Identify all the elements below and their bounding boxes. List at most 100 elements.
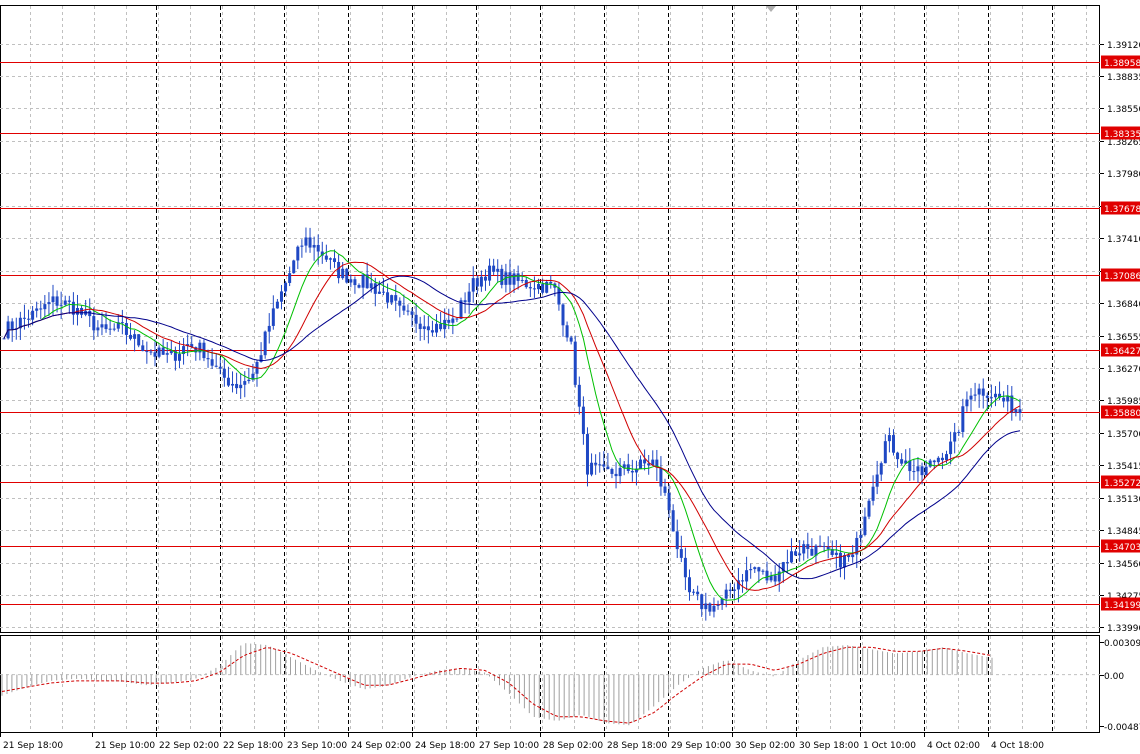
candle-body xyxy=(643,459,647,464)
candle-body xyxy=(165,353,169,355)
candle-body xyxy=(471,278,475,292)
candle-body xyxy=(973,394,977,396)
candle-body xyxy=(585,434,589,475)
candle-body xyxy=(55,296,59,306)
price-tick-label: 1.34845 xyxy=(1107,527,1140,537)
candle-body xyxy=(124,323,128,335)
candle-body xyxy=(214,365,218,367)
candle-body xyxy=(818,545,822,547)
candle-body xyxy=(789,551,793,563)
candle-body xyxy=(386,292,390,303)
candle-body xyxy=(35,308,39,311)
candle-body xyxy=(516,273,520,281)
candle-body xyxy=(887,435,891,442)
candle-body xyxy=(369,283,373,289)
candle-body xyxy=(129,334,133,339)
candle-body xyxy=(447,319,451,323)
price-tick-label: 1.36270 xyxy=(1107,365,1140,375)
candle-body xyxy=(222,368,226,378)
candle-body xyxy=(883,441,887,464)
candle-body xyxy=(749,569,753,571)
candle-body xyxy=(732,589,736,591)
candle-body xyxy=(337,261,341,279)
time-tick-label: 22 Sep 02:00 xyxy=(159,741,219,751)
candle-body xyxy=(724,589,728,599)
candle-body xyxy=(475,278,479,287)
price-tick-label: 1.37410 xyxy=(1107,235,1140,245)
candle-body xyxy=(961,406,965,432)
time-tick-label: 4 Oct 02:00 xyxy=(927,741,980,751)
candle-body xyxy=(96,327,100,331)
candle-body xyxy=(231,383,235,386)
time-tick-label: 21 Sep 18:00 xyxy=(3,741,63,751)
candle-body xyxy=(488,265,492,281)
candle-body xyxy=(561,304,565,326)
candle-body xyxy=(100,324,104,328)
candle-body xyxy=(712,605,716,612)
time-tick-label: 22 Sep 18:00 xyxy=(223,741,283,751)
time-tick-label: 28 Sep 18:00 xyxy=(607,741,667,751)
candle-body xyxy=(467,291,471,303)
candle-body xyxy=(949,441,953,455)
candle-body xyxy=(10,321,14,330)
candle-body xyxy=(757,567,761,572)
candle-body xyxy=(520,279,524,281)
time-tick-label: 29 Sep 10:00 xyxy=(671,741,731,751)
candle-body xyxy=(357,285,361,288)
level-price-label: 1.38335 xyxy=(1104,130,1140,140)
candle-body xyxy=(810,548,814,556)
candle-body xyxy=(284,282,288,292)
candle-body xyxy=(67,300,71,302)
candle-body xyxy=(692,591,696,593)
candle-body xyxy=(145,351,149,353)
candle-body xyxy=(557,287,561,305)
main-chart-frame[interactable] xyxy=(0,5,1100,633)
candle-body xyxy=(51,296,55,303)
candle-body xyxy=(422,326,426,330)
time-tick-label: 1 Oct 10:00 xyxy=(863,741,916,751)
candle-body xyxy=(157,347,161,357)
candle-body xyxy=(912,471,916,473)
candle-body xyxy=(141,345,145,352)
candle-body xyxy=(826,546,830,550)
price-tick-label: 1.39120 xyxy=(1107,41,1140,51)
candle-body xyxy=(210,359,214,366)
candle-body xyxy=(532,288,536,290)
candle-body xyxy=(618,467,622,477)
candle-body xyxy=(402,305,406,311)
level-price-label: 1.38958 xyxy=(1104,59,1140,69)
price-tick-label: 1.37980 xyxy=(1107,170,1140,180)
candle-body xyxy=(304,237,308,246)
candle-body xyxy=(108,328,112,330)
candle-body xyxy=(851,554,855,558)
candle-body xyxy=(549,281,553,284)
level-price-label: 1.34703 xyxy=(1104,543,1140,553)
candle-body xyxy=(945,454,949,461)
candle-body xyxy=(614,473,618,477)
candle-body xyxy=(936,457,940,463)
candle-body xyxy=(492,265,496,272)
candle-body xyxy=(161,347,165,355)
candle-body xyxy=(247,379,251,382)
candle-body xyxy=(716,604,720,606)
candle-body xyxy=(435,323,439,333)
candle-body xyxy=(308,237,312,248)
candle-body xyxy=(418,323,422,330)
candle-body xyxy=(1018,409,1022,414)
candle-body xyxy=(47,302,51,305)
candle-body xyxy=(439,323,443,330)
time-tick-label: 24 Sep 18:00 xyxy=(415,741,475,751)
candle-body xyxy=(206,358,210,360)
candle-body xyxy=(875,474,879,487)
candle-body xyxy=(932,460,936,463)
candle-body xyxy=(871,486,875,501)
candle-body xyxy=(353,279,357,286)
oscillator-tick-label: 0.00 xyxy=(1104,672,1124,682)
candle-body xyxy=(288,273,292,283)
oscillator-frame[interactable] xyxy=(0,635,1100,733)
candle-body xyxy=(969,395,973,400)
level-price-label: 1.37678 xyxy=(1104,205,1140,215)
price-tick-label: 1.35700 xyxy=(1107,430,1140,440)
candle-body xyxy=(243,381,247,385)
candle-body xyxy=(22,317,26,319)
